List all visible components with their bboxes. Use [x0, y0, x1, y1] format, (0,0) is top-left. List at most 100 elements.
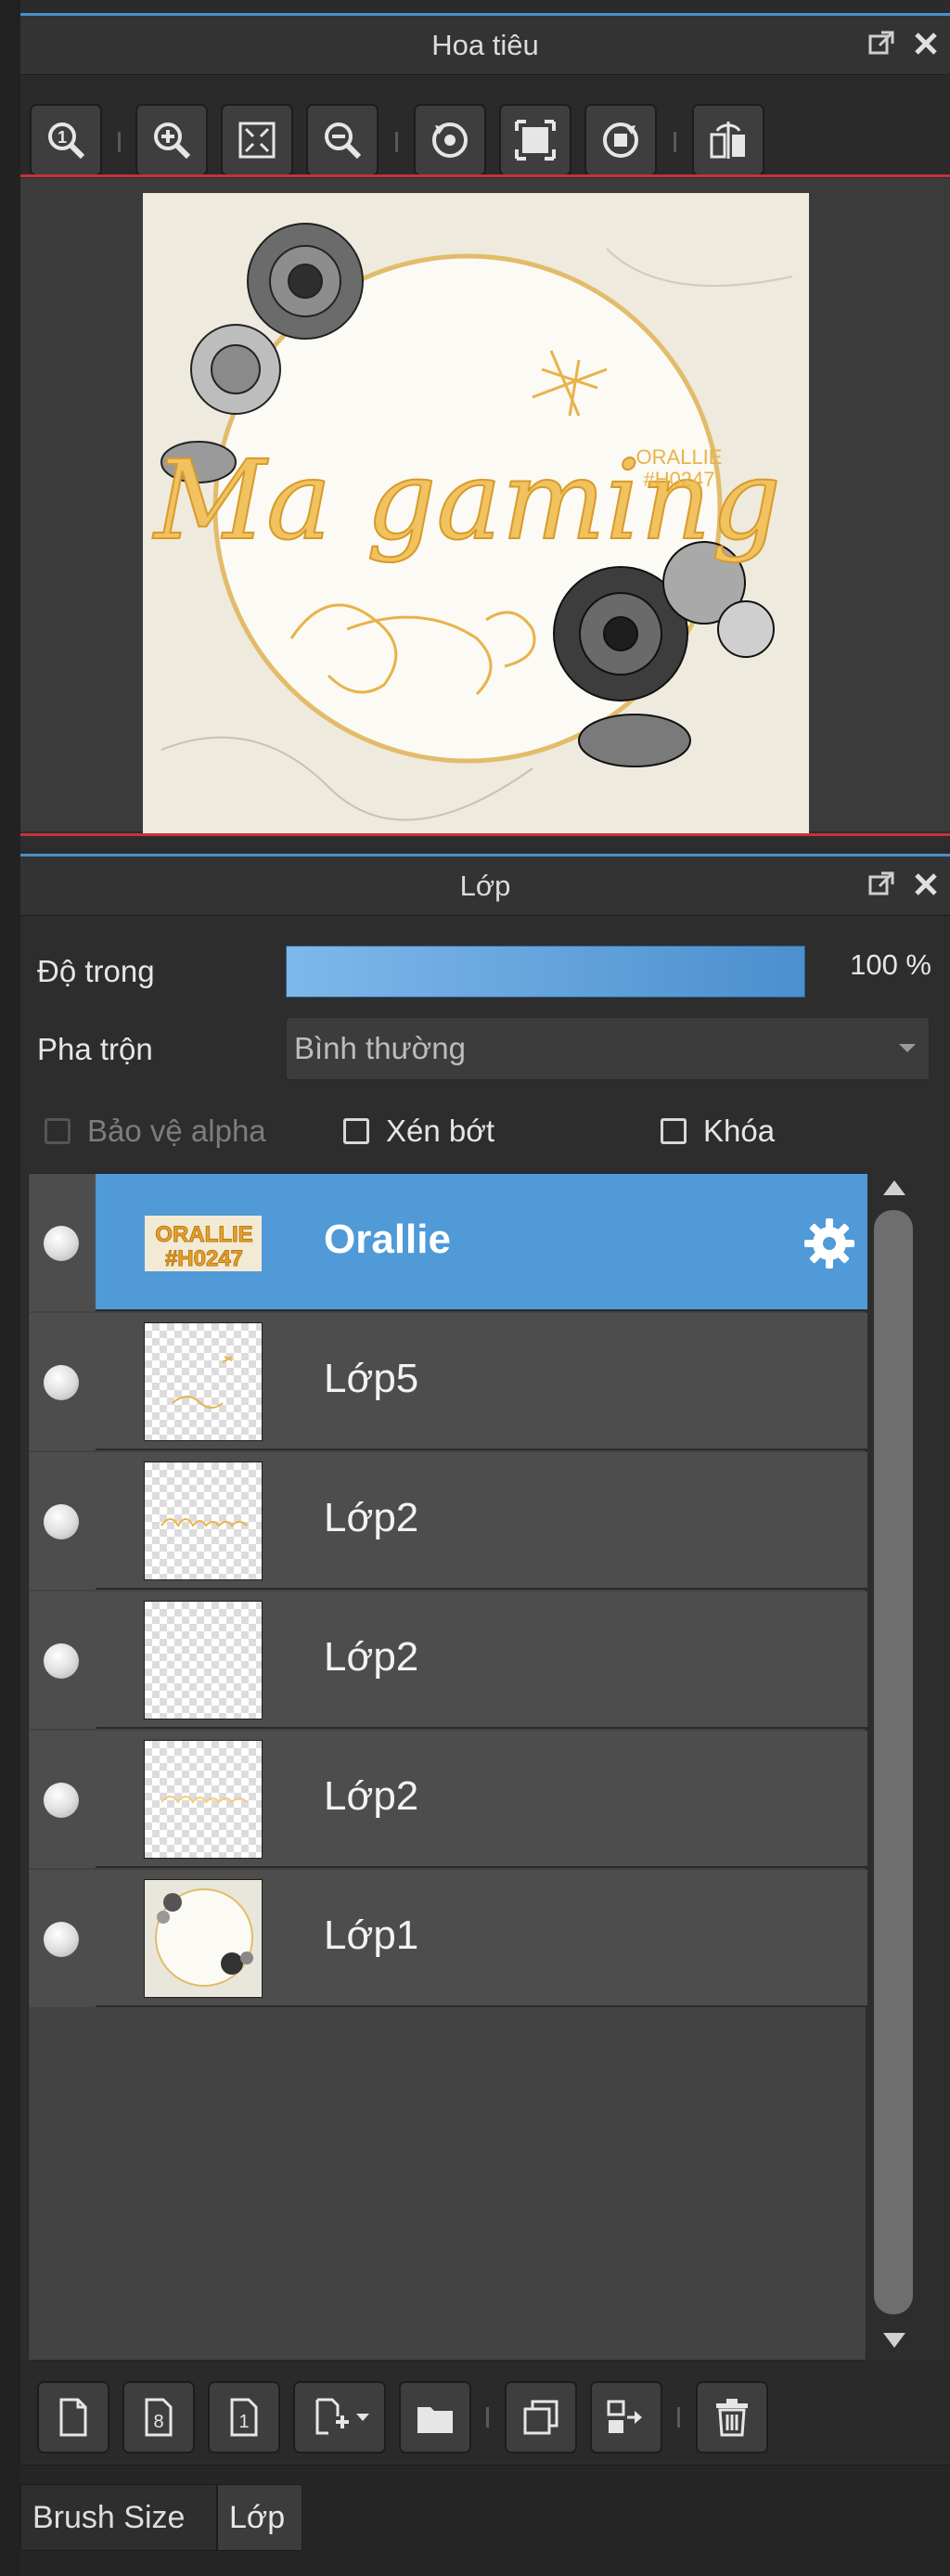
visibility-column: [29, 1313, 96, 1450]
navigator-title: Hoa tiêu: [431, 28, 539, 61]
layer-row[interactable]: Lớp2: [29, 1452, 867, 1590]
popout-icon[interactable]: [867, 869, 896, 899]
dock-tab-bar: Brush Size Lớp: [20, 2465, 950, 2576]
navigator-title-bar[interactable]: Hoa tiêu: [20, 16, 950, 75]
zoom-out-icon: [325, 122, 362, 160]
new-1bit-layer-button[interactable]: 1: [208, 2381, 280, 2454]
opacity-value: 100 %: [850, 948, 931, 981]
gear-icon[interactable]: [801, 1215, 858, 1272]
layer-thumbnail: [144, 1322, 263, 1441]
visibility-toggle[interactable]: [44, 1226, 79, 1261]
fit-screen-button[interactable]: [221, 104, 293, 176]
toolbar-separator: [118, 132, 121, 152]
chevron-down-icon: [899, 1044, 916, 1052]
svg-text:ORALLIE: ORALLIE: [155, 1222, 252, 1247]
fit-screen-icon: [238, 122, 276, 159]
visibility-column: [29, 1591, 96, 1729]
protect-alpha-checkbox[interactable]: Bảo vệ alpha: [45, 1114, 266, 1149]
delete-layer-button[interactable]: [696, 2381, 768, 2454]
layer-thumbnail: ORALLIE #H0247: [144, 1183, 263, 1302]
layer-row-orallie[interactable]: ORALLIE #H0247 Orallie: [29, 1174, 867, 1311]
tab-layers-label: Lớp: [229, 2499, 286, 2535]
blend-mode-value: Bình thường: [294, 1031, 467, 1065]
clipping-label: Xén bớt: [386, 1114, 495, 1148]
layer-thumbnail: [144, 1462, 263, 1580]
visibility-toggle[interactable]: [44, 1504, 79, 1539]
preview-border-bottom: [20, 833, 950, 836]
zoom-actual-icon: 1: [48, 122, 85, 160]
svg-text:1: 1: [58, 128, 67, 147]
layer-name: Lớp2: [324, 1495, 419, 1540]
layer-row[interactable]: Lớp1: [29, 1870, 867, 2007]
duplicate-layer-button[interactable]: [505, 2381, 577, 2454]
layers-list: ORALLIE #H0247 Orallie Lớp5 Lớp2 Lớp2 Lớ…: [28, 1173, 867, 2361]
layer-name: Orallie: [324, 1217, 451, 1262]
layer-options-row: Bảo vệ alpha Xén bớt Khóa: [45, 1114, 931, 1160]
rotate-right-button[interactable]: [584, 104, 657, 176]
new-layer-icon: [59, 2398, 87, 2437]
flip-horizontal-button[interactable]: [692, 104, 764, 176]
visibility-toggle[interactable]: [44, 1922, 79, 1957]
blend-label: Pha trộn: [37, 1032, 153, 1066]
zoom-in-icon: [154, 122, 191, 160]
zoom-actual-button[interactable]: 1: [30, 104, 102, 176]
merge-down-button[interactable]: [590, 2381, 662, 2454]
tab-brush-size[interactable]: Brush Size: [20, 2484, 217, 2551]
layer-row[interactable]: Lớp2: [29, 1591, 867, 1729]
reset-view-button[interactable]: [499, 104, 571, 176]
close-icon[interactable]: [911, 29, 941, 58]
toolbar-separator: [677, 2407, 680, 2428]
opacity-label: Độ trong: [37, 954, 155, 988]
visibility-column: [29, 1174, 96, 1311]
layer-thumbnail: [144, 1740, 263, 1859]
visibility-toggle[interactable]: [44, 1365, 79, 1400]
layers-scrollbar[interactable]: [868, 1173, 920, 2361]
scroll-thumb[interactable]: [874, 1210, 913, 2314]
tab-layers[interactable]: Lớp: [217, 2484, 302, 2551]
navigator-panel: Hoa tiêu 1 Ma gaming ORALLIE #H0247: [20, 13, 950, 848]
layer-thumbnail: [144, 1601, 263, 1719]
new-8bit-layer-button[interactable]: 8: [122, 2381, 195, 2454]
tab-brush-size-label: Brush Size: [32, 2499, 186, 2535]
scroll-down-icon[interactable]: [883, 2333, 905, 2348]
svg-text:1: 1: [238, 2412, 249, 2432]
rotate-left-icon: [432, 122, 468, 158]
layer-row[interactable]: Lớp5: [29, 1313, 867, 1450]
checkbox-icon: [343, 1118, 369, 1144]
new-8bit-layer-icon: 8: [145, 2398, 173, 2437]
popout-icon[interactable]: [867, 29, 896, 58]
scroll-up-icon[interactable]: [883, 1180, 905, 1195]
rotate-left-button[interactable]: [414, 104, 486, 176]
zoom-out-button[interactable]: [306, 104, 379, 176]
visibility-toggle[interactable]: [44, 1783, 79, 1818]
opacity-row: Độ trong 100 %: [37, 939, 931, 1004]
new-layer-button[interactable]: [37, 2381, 109, 2454]
add-layer-menu-button[interactable]: [293, 2381, 386, 2454]
blend-mode-select[interactable]: Bình thường: [286, 1017, 930, 1080]
layer-row[interactable]: Lớp2: [29, 1731, 867, 1868]
layer-name: Lớp2: [324, 1634, 419, 1680]
toolbar-separator: [486, 2407, 489, 2428]
navigator-preview[interactable]: Ma gaming ORALLIE #H0247: [20, 178, 950, 833]
zoom-in-button[interactable]: [135, 104, 208, 176]
reset-view-icon: [515, 120, 556, 161]
layers-panel: Lớp Độ trong 100 % Pha trộn Bình thường …: [20, 854, 950, 2576]
left-edge: [0, 0, 20, 2576]
new-folder-button[interactable]: [399, 2381, 471, 2454]
preview-badge-line1: ORALLIE: [636, 445, 723, 469]
toolbar-separator: [674, 132, 676, 152]
close-icon[interactable]: [911, 869, 941, 899]
blend-row: Pha trộn Bình thường: [37, 1017, 931, 1082]
preview-badge-line2: #H0247: [643, 468, 714, 491]
visibility-column: [29, 1870, 96, 2007]
add-layer-menu-icon: [315, 2398, 349, 2435]
duplicate-layer-icon: [523, 2400, 558, 2435]
lock-checkbox[interactable]: Khóa: [661, 1114, 775, 1149]
layer-name: Lớp2: [324, 1773, 419, 1819]
svg-text:#H0247: #H0247: [165, 1246, 243, 1271]
flip-horizontal-icon: [710, 122, 745, 159]
visibility-toggle[interactable]: [44, 1643, 79, 1679]
clipping-checkbox[interactable]: Xén bớt: [343, 1114, 494, 1149]
opacity-slider[interactable]: [286, 946, 805, 998]
layers-title-bar[interactable]: Lớp: [20, 857, 950, 916]
